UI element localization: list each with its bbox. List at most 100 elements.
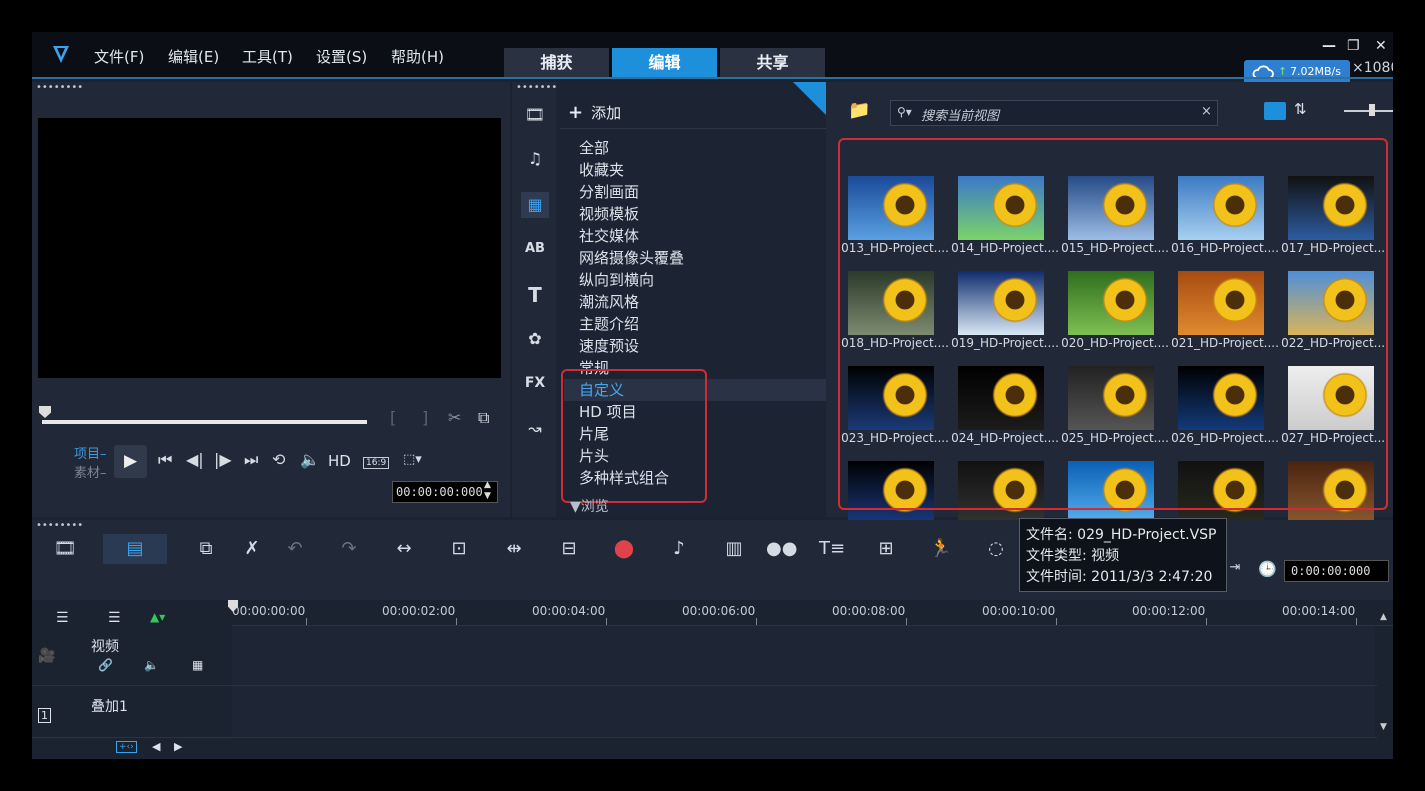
- redo-icon[interactable]: ↷: [337, 538, 361, 559]
- title-icon[interactable]: T: [521, 282, 549, 308]
- trim-icon[interactable]: ⊟: [557, 538, 581, 559]
- path-icon[interactable]: ↝: [521, 416, 549, 442]
- preview-window[interactable]: [38, 118, 501, 378]
- add-track-icon[interactable]: ☰: [108, 610, 121, 626]
- fit-icon[interactable]: ↔: [392, 538, 416, 559]
- scroll-up-icon[interactable]: ▲: [1380, 612, 1387, 622]
- clip-mode-label[interactable]: 素材–: [74, 462, 107, 481]
- menu-help[interactable]: 帮助(H): [391, 46, 444, 67]
- minimize-button[interactable]: —: [1322, 38, 1336, 54]
- media-icon[interactable]: 🎞: [521, 102, 549, 128]
- timeline-view-icon[interactable]: ▤: [103, 534, 167, 564]
- category-item[interactable]: 分割画面: [579, 181, 639, 202]
- play-button[interactable]: ▶: [114, 445, 147, 478]
- panel-grip[interactable]: ••••••••: [36, 521, 83, 531]
- motion-icon[interactable]: 🏃: [929, 538, 953, 559]
- aspect-ratio-button[interactable]: 16:9: [363, 457, 390, 469]
- copy-attributes-icon[interactable]: ⧉: [194, 538, 218, 559]
- resize-icon[interactable]: ⊡: [447, 538, 471, 559]
- ruler-line: [906, 618, 907, 625]
- zoom-fit-icon[interactable]: +‹›: [116, 741, 137, 753]
- import-folder-icon[interactable]: 📁: [848, 100, 870, 121]
- track-volume-icon[interactable]: 🔈: [144, 658, 159, 672]
- timeline-timecode[interactable]: 0:00:00:000: [1284, 560, 1389, 582]
- category-item[interactable]: 纵向到横向: [579, 269, 654, 290]
- mark-in-icon[interactable]: [: [390, 408, 396, 427]
- next-frame-icon[interactable]: |▶: [214, 450, 232, 469]
- clear-search-icon[interactable]: ×: [1201, 104, 1212, 119]
- zoom-slider-handle[interactable]: [1369, 104, 1375, 116]
- instant-project-icon[interactable]: ▦: [521, 192, 549, 218]
- tools-icon[interactable]: ✗: [240, 538, 264, 559]
- split-screen-icon[interactable]: ⊞: [874, 538, 898, 559]
- restore-button[interactable]: ❐: [1347, 38, 1360, 54]
- storyboard-view-icon[interactable]: 🎞: [53, 538, 77, 559]
- ripple-edit-icon[interactable]: ▲▾: [150, 610, 165, 624]
- mark-out-icon[interactable]: ]: [422, 408, 428, 427]
- tab-share[interactable]: 共享: [720, 48, 825, 78]
- multicam-icon[interactable]: ▥: [722, 538, 746, 559]
- category-item[interactable]: 社交媒体: [579, 225, 639, 246]
- scroll-right-icon[interactable]: ▶: [174, 740, 182, 753]
- pin-icon[interactable]: [793, 82, 826, 115]
- menu-settings[interactable]: 设置(S): [316, 46, 367, 67]
- category-item[interactable]: 潮流风格: [579, 291, 639, 312]
- graphics-icon[interactable]: ✿: [521, 326, 549, 352]
- split-icon[interactable]: ⇹: [502, 538, 526, 559]
- menu-file[interactable]: 文件(F): [94, 46, 144, 67]
- record-icon[interactable]: ⬤: [612, 538, 636, 559]
- volume-icon[interactable]: 🔈: [300, 450, 320, 469]
- time-ruler[interactable]: 00:00:00:00 00:00:02:00 00:00:04:00 00:00:0…: [232, 600, 1393, 626]
- transition-icon[interactable]: AB: [521, 236, 549, 262]
- sort-icon[interactable]: ⇅: [1294, 100, 1307, 118]
- scroll-down-icon[interactable]: ▼: [1380, 722, 1387, 732]
- music-icon[interactable]: ♫: [521, 146, 549, 172]
- thumbnail-view-icon[interactable]: [1264, 102, 1286, 120]
- scroll-left-icon[interactable]: ◀: [152, 740, 160, 753]
- grid-icon[interactable]: ▦: [192, 658, 203, 672]
- undo-icon[interactable]: ↶: [283, 538, 307, 559]
- close-button[interactable]: ✕: [1375, 38, 1387, 54]
- search-box[interactable]: ⚲▾ 搜索当前视图 ×: [890, 100, 1218, 126]
- category-item[interactable]: 网络摄像头覆叠: [579, 247, 684, 268]
- track-manager-icon[interactable]: ☰: [56, 610, 69, 626]
- panel-grip[interactable]: ••••••••: [36, 83, 83, 93]
- category-item[interactable]: 视频模板: [579, 203, 639, 224]
- mask-icon[interactable]: ●●: [766, 538, 797, 559]
- browse-button[interactable]: ▼浏览: [570, 496, 609, 516]
- tab-capture[interactable]: 捕获: [504, 48, 609, 78]
- fx-icon[interactable]: FX: [521, 370, 549, 396]
- search-input[interactable]: 搜索当前视图: [921, 105, 999, 124]
- scrub-bar[interactable]: [42, 420, 367, 424]
- scrub-handle[interactable]: [39, 406, 51, 418]
- ruler-tick: 00:00:14:00: [1282, 604, 1356, 618]
- add-button[interactable]: + 添加: [568, 102, 621, 123]
- enlarge-preview-icon[interactable]: ⧉: [478, 408, 489, 428]
- subtitle-icon[interactable]: T≡: [819, 538, 845, 559]
- crop-icon[interactable]: ⬚▾: [403, 452, 422, 467]
- category-item[interactable]: 全部: [579, 137, 609, 158]
- title-divider: [32, 77, 1393, 79]
- go-end-icon[interactable]: ⏭: [244, 450, 258, 470]
- menu-edit[interactable]: 编辑(E): [168, 46, 219, 67]
- prev-frame-icon[interactable]: ◀|: [186, 450, 204, 469]
- player-timecode[interactable]: 00:00:00:000: [392, 481, 498, 503]
- project-mode-label[interactable]: 项目–: [74, 443, 107, 462]
- category-item[interactable]: 主题介绍: [579, 313, 639, 334]
- track-video: 🎥 视频 🔗 🔈 ▦: [32, 626, 1377, 686]
- category-item[interactable]: 收藏夹: [579, 159, 624, 180]
- menu-tools[interactable]: 工具(T): [242, 46, 293, 67]
- go-start-icon[interactable]: ⏮: [158, 450, 172, 470]
- tab-edit[interactable]: 编辑: [612, 48, 717, 78]
- repeat-icon[interactable]: ⟲: [272, 450, 285, 469]
- ruler-tick: 00:00:00:00: [232, 604, 306, 618]
- app-window: 文件(F) 编辑(E) 工具(T) 设置(S) 帮助(H) 捕获 编辑 共享 —…: [32, 32, 1393, 759]
- scissors-icon[interactable]: ✂: [448, 408, 461, 427]
- category-item[interactable]: 速度预设: [579, 335, 639, 356]
- link-icon[interactable]: 🔗: [98, 658, 113, 672]
- hd-toggle[interactable]: HD: [328, 452, 351, 470]
- timecode-stepper-icon[interactable]: ▲ ▼: [484, 480, 491, 502]
- audio-icon[interactable]: ♪: [667, 538, 691, 559]
- title-bar: 文件(F) 编辑(E) 工具(T) 设置(S) 帮助(H) 捕获 编辑 共享 —…: [32, 32, 1393, 84]
- loop-icon[interactable]: ◌: [984, 538, 1008, 559]
